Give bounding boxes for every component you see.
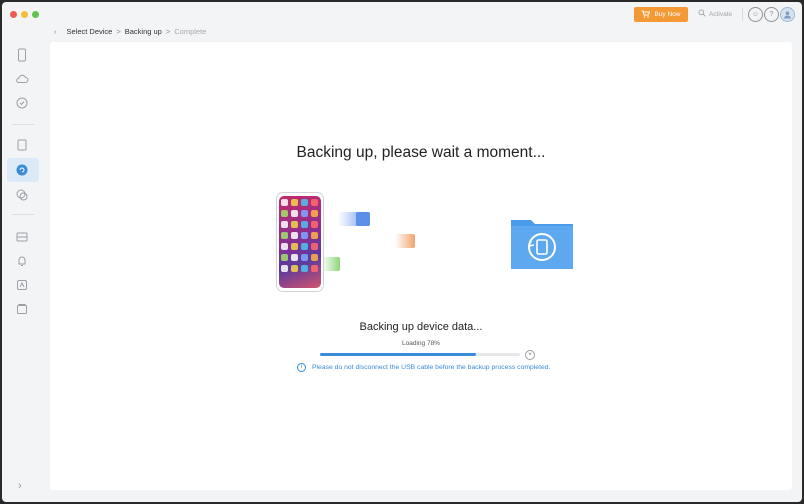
phone-app-icon xyxy=(281,210,288,217)
sidebar-divider xyxy=(12,124,34,125)
search-icon xyxy=(698,9,706,19)
phone-app-icon xyxy=(291,210,298,217)
phone-app-icon xyxy=(311,210,318,217)
phone-app-icon xyxy=(301,265,308,272)
progress-fill xyxy=(320,353,476,356)
buy-now-button[interactable]: Buy Now xyxy=(634,7,688,22)
breadcrumb-complete: Complete xyxy=(174,27,207,36)
phone-app-icon xyxy=(301,221,308,228)
backup-folder-icon xyxy=(509,214,575,271)
phone-app-icon xyxy=(311,221,318,228)
loading-label: Loading 78% xyxy=(402,340,440,347)
phone-app-icon xyxy=(301,232,308,239)
breadcrumb-separator: > xyxy=(165,27,171,36)
app-window: › ‹ Select Device > Backing up > Complet… xyxy=(2,2,802,502)
phone-app-icon xyxy=(301,210,308,217)
phone-app-icon xyxy=(281,232,288,239)
toolbar-divider xyxy=(742,8,743,21)
cancel-backup-button[interactable]: × xyxy=(525,350,535,360)
phone-app-icon xyxy=(301,243,308,250)
window-controls xyxy=(10,11,39,18)
feedback-icon[interactable]: ☺ xyxy=(748,7,763,22)
usb-notice-text: Please do not disconnect the USB cable b… xyxy=(312,364,551,371)
phone-app-icon xyxy=(281,254,288,261)
sidebar: › xyxy=(2,34,46,502)
help-icon[interactable]: ? xyxy=(764,7,779,22)
breadcrumb-separator: > xyxy=(116,27,121,36)
phone-screen xyxy=(279,196,321,288)
phone-app-icon xyxy=(281,199,288,206)
maximize-window-button[interactable] xyxy=(32,11,39,18)
transfer-blue-block-icon xyxy=(356,212,370,226)
phone-app-icon xyxy=(291,254,298,261)
usb-notice: i Please do not disconnect the USB cable… xyxy=(297,363,550,372)
phone-app-icon xyxy=(311,265,318,272)
main-panel: Backing up, please wait a moment... Back… xyxy=(50,42,792,490)
backup-icon[interactable] xyxy=(13,161,31,179)
top-bar: ‹ Select Device > Backing up > Complete … xyxy=(46,2,802,40)
toolbox-icon[interactable] xyxy=(13,300,31,318)
sidebar-divider xyxy=(12,214,34,215)
breadcrumb-select-device[interactable]: Select Device xyxy=(67,27,113,36)
backup-status-text: Backing up device data... xyxy=(359,321,483,333)
phone-app-icon xyxy=(291,199,298,206)
activate-label: Activate xyxy=(709,10,733,18)
phone-app-icon xyxy=(281,221,288,228)
apps-icon[interactable] xyxy=(13,276,31,294)
phone-app-icon xyxy=(291,265,298,272)
phone-app-icon xyxy=(281,243,288,250)
page-title: Backing up, please wait a moment... xyxy=(296,144,546,161)
breadcrumb: ‹ Select Device > Backing up > Complete xyxy=(54,27,206,36)
phone-app-icon xyxy=(291,232,298,239)
activate-button[interactable]: Activate xyxy=(698,9,732,19)
iphone-illustration xyxy=(276,192,324,292)
sync-icon[interactable] xyxy=(13,94,31,112)
ringtone-icon[interactable] xyxy=(13,252,31,270)
phone-icon[interactable] xyxy=(13,46,31,64)
phone-app-icon xyxy=(301,254,308,261)
messages-icon[interactable] xyxy=(13,186,31,204)
transfer-orange-block-icon xyxy=(395,234,415,248)
minimize-window-button[interactable] xyxy=(21,11,28,18)
buy-now-label: Buy Now xyxy=(654,11,681,18)
phone-app-icon xyxy=(311,232,318,239)
phone-app-icon xyxy=(311,243,318,250)
phone-app-icon xyxy=(311,199,318,206)
phone-app-icon xyxy=(301,199,308,206)
sidebar-expand-icon[interactable]: › xyxy=(18,480,22,492)
transfer-green-block-icon xyxy=(322,257,340,271)
close-window-button[interactable] xyxy=(10,11,17,18)
back-icon[interactable]: ‹ xyxy=(54,27,57,36)
cart-icon xyxy=(641,10,651,20)
photos-icon[interactable] xyxy=(13,228,31,246)
phone-app-icon xyxy=(281,265,288,272)
account-avatar[interactable] xyxy=(780,7,795,22)
progress-bar xyxy=(320,353,520,356)
info-icon: i xyxy=(297,363,306,372)
cloud-icon[interactable] xyxy=(13,70,31,88)
phone-app-icon xyxy=(291,221,298,228)
phone-app-icon xyxy=(311,254,318,261)
files-icon[interactable] xyxy=(13,136,31,154)
breadcrumb-backing-up: Backing up xyxy=(124,27,162,36)
phone-app-icon xyxy=(291,243,298,250)
